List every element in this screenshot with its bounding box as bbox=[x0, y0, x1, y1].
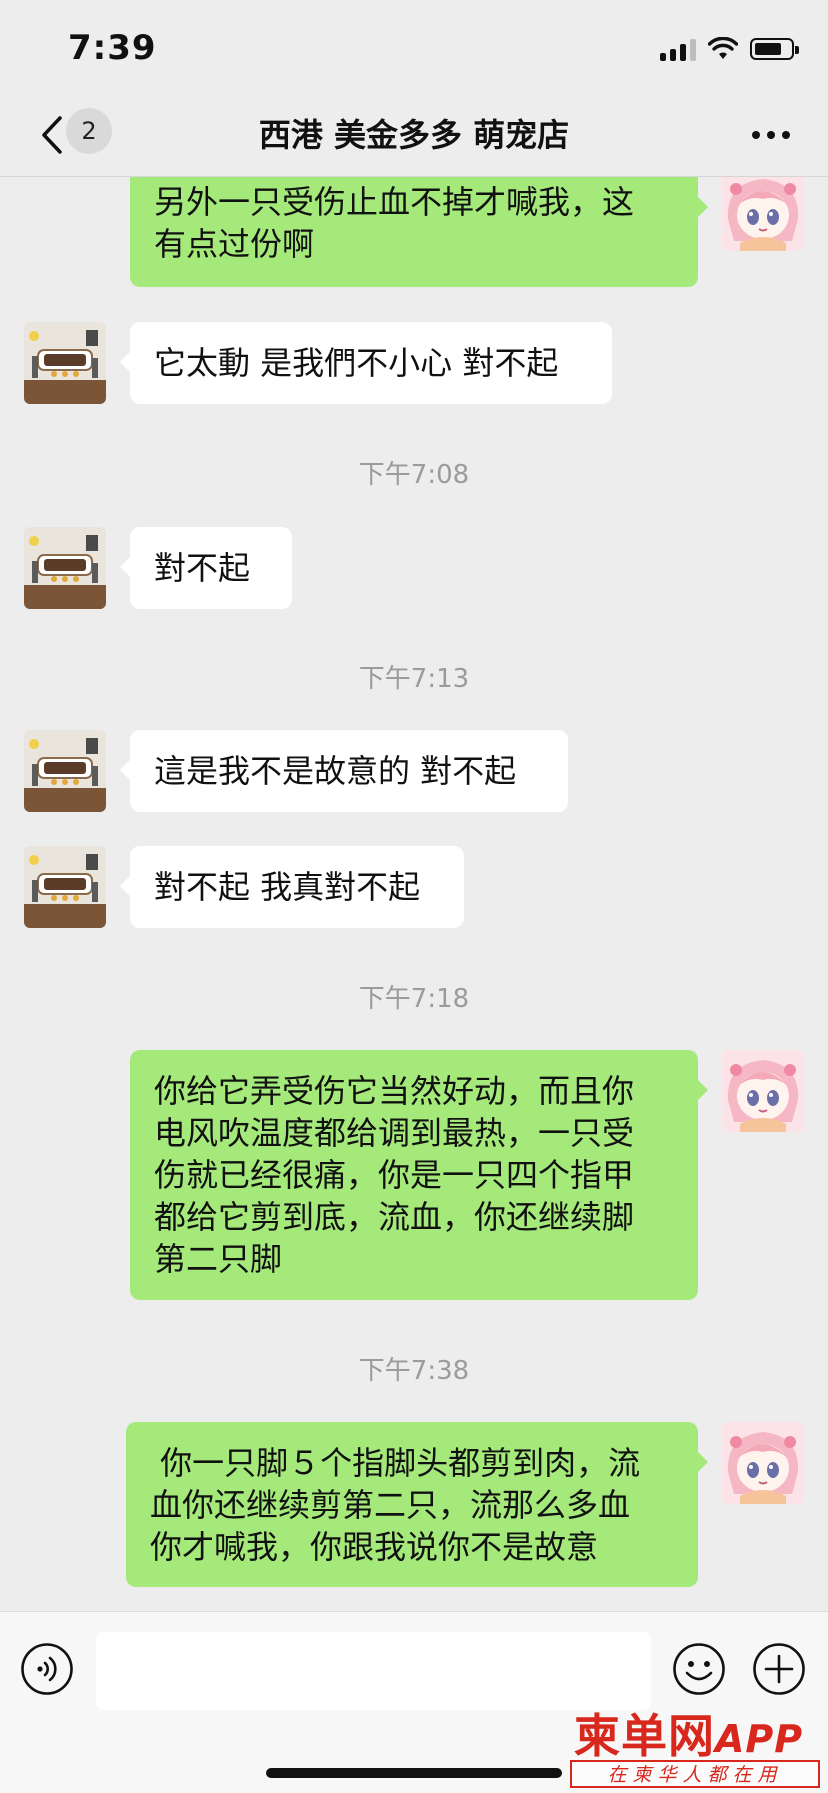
message-text-line: 都给它剪到底，流血，你还继续脚 bbox=[154, 1198, 635, 1236]
watermark: 柬单网APP 在柬华人都在用 bbox=[566, 1700, 824, 1790]
message-text-line: 你一只脚５个指脚头都剪到肉，流 bbox=[150, 1444, 641, 1482]
message-bubble[interactable]: 另外一只受伤止血不掉才喊我，这 有点过份啊 bbox=[130, 177, 708, 287]
more-button[interactable] bbox=[744, 110, 798, 160]
signal-icon bbox=[660, 37, 696, 61]
message-list[interactable]: 另外一只受伤止血不掉才喊我，这 有点过份啊 它太動 是我們不小心 對不起 下午7… bbox=[0, 177, 828, 1610]
emoji-icon bbox=[673, 1643, 725, 1695]
message-text-line: 血你还继续剪第二只，流那么多血 bbox=[150, 1486, 631, 1524]
wifi-icon bbox=[708, 37, 738, 59]
user-avatar[interactable] bbox=[722, 177, 804, 251]
message-text: 這是我不是故意的 對不起 bbox=[154, 752, 517, 790]
user-avatar[interactable] bbox=[722, 1050, 804, 1132]
shop-avatar[interactable] bbox=[24, 846, 106, 928]
home-indicator[interactable] bbox=[266, 1768, 562, 1778]
watermark-logo-suffix: APP bbox=[715, 1717, 804, 1761]
message-text-line: 另外一只受伤止血不掉才喊我，这 bbox=[154, 183, 635, 221]
message-text-line: 你给它弄受伤它当然好动，而且你 bbox=[154, 1072, 635, 1110]
pet-shop-logo-icon bbox=[24, 322, 106, 404]
message-timestamp: 下午7:38 bbox=[358, 1356, 470, 1386]
message-input[interactable] bbox=[96, 1632, 651, 1710]
status-icons bbox=[660, 34, 799, 64]
message-bubble[interactable]: 它太動 是我們不小心 對不起 bbox=[120, 322, 612, 404]
message-bubble[interactable]: 對不起 我真對不起 bbox=[120, 846, 464, 928]
chat-title: 西港 美金多多 萌宠店 bbox=[258, 116, 570, 154]
more-functions-button[interactable] bbox=[752, 1642, 806, 1696]
message-text: 它太動 是我們不小心 對不起 bbox=[154, 344, 559, 382]
shop-avatar[interactable] bbox=[24, 527, 106, 609]
battery-icon bbox=[750, 38, 799, 60]
nav-bar: 2 西港 美金多多 萌宠店 bbox=[0, 96, 828, 177]
message-text-line: 伤就已经很痛，你是一只四个指甲 bbox=[154, 1156, 635, 1194]
watermark-logo-text: 柬单网 bbox=[574, 1709, 715, 1763]
message-bubble[interactable]: 你一只脚５个指脚头都剪到肉，流 血你还继续剪第二只，流那么多血 你才喊我，你跟我… bbox=[126, 1422, 708, 1587]
anime-girl-avatar-icon bbox=[722, 1050, 804, 1132]
message-timestamp: 下午7:13 bbox=[358, 664, 470, 694]
anime-girl-avatar-icon bbox=[722, 1422, 804, 1504]
message-text: 對不起 bbox=[154, 549, 251, 587]
message-timestamp: 下午7:18 bbox=[358, 984, 470, 1014]
message-bubble[interactable]: 對不起 bbox=[120, 527, 292, 609]
message-bubble[interactable]: 你给它弄受伤它当然好动，而且你 电风吹温度都给调到最热，一只受 伤就已经很痛，你… bbox=[130, 1050, 708, 1300]
pet-shop-logo-icon bbox=[24, 846, 106, 928]
shop-avatar[interactable] bbox=[24, 322, 106, 404]
pet-shop-logo-icon bbox=[24, 730, 106, 812]
voice-button[interactable] bbox=[20, 1642, 74, 1696]
watermark-slogan: 在柬华人都在用 bbox=[570, 1760, 820, 1788]
more-icon bbox=[752, 131, 790, 139]
message-timestamp: 下午7:08 bbox=[358, 460, 470, 490]
status-time: 7:39 bbox=[68, 28, 157, 68]
user-avatar[interactable] bbox=[722, 1422, 804, 1504]
shop-avatar[interactable] bbox=[24, 730, 106, 812]
message-text-line: 第二只脚 bbox=[154, 1240, 283, 1278]
status-bar: 7:39 bbox=[0, 0, 828, 96]
pet-shop-logo-icon bbox=[24, 527, 106, 609]
message-text-line: 你才喊我，你跟我说你不是故意 bbox=[150, 1528, 599, 1566]
message-bubble[interactable]: 這是我不是故意的 對不起 bbox=[120, 730, 568, 812]
voice-icon bbox=[21, 1643, 73, 1695]
message-text: 對不起 我真對不起 bbox=[154, 868, 421, 906]
anime-girl-avatar-icon bbox=[722, 177, 804, 251]
watermark-logo: 柬单网APP bbox=[574, 1700, 803, 1766]
plus-icon bbox=[753, 1643, 805, 1695]
message-text-line: 有点过份啊 bbox=[154, 225, 315, 263]
emoji-button[interactable] bbox=[672, 1642, 726, 1696]
message-text-line: 电风吹温度都给调到最热，一只受 bbox=[154, 1114, 635, 1152]
